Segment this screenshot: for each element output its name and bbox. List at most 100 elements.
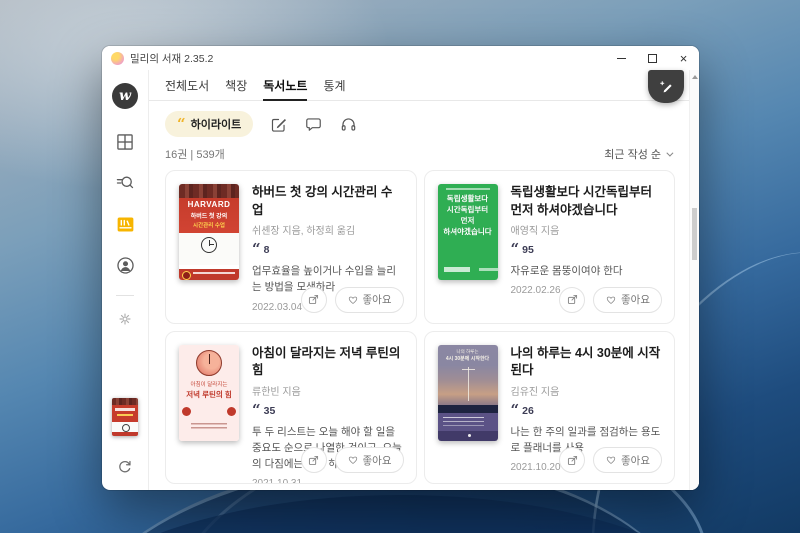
cover-text-bars: [191, 422, 227, 431]
app-window: 밀리의 서재 2.35.2 × w 전체도서 책장 독서노트 통계 “ 하이라이…: [102, 46, 699, 490]
app-icon: [111, 51, 124, 65]
tab-bar: 전체도서 책장 독서노트 통계: [149, 70, 699, 101]
book-title: 나의 하루는 4시 30분에 시작된다: [510, 345, 661, 378]
cover-bottom-band: [179, 269, 239, 280]
cover-line: 시간관리 수업: [193, 223, 225, 229]
refresh-icon[interactable]: [114, 456, 136, 478]
quote-icon: “: [510, 400, 520, 419]
quote-count-number: 26: [522, 404, 534, 417]
share-button[interactable]: [559, 447, 586, 473]
comment-bubble-icon[interactable]: [303, 114, 323, 134]
cover-brand: HARVARD: [187, 200, 231, 209]
cover-line: 4시 30분에 시작한다: [445, 355, 490, 362]
minimize-button[interactable]: [606, 46, 637, 70]
book-cover: HARVARD 하버드 첫 강의 시간관리 수업: [179, 184, 239, 280]
quote-count-number: 8: [263, 244, 270, 256]
share-button[interactable]: [559, 286, 586, 313]
share-button[interactable]: [300, 447, 327, 473]
quote-count-number: 95: [522, 244, 534, 256]
book-title: 아침이 달라지는 저녁 루틴의 힘: [252, 345, 401, 378]
like-button[interactable]: 좋아요: [593, 447, 662, 473]
close-button[interactable]: ×: [668, 46, 699, 70]
cover-line: 저녁 루틴의 힘: [186, 389, 232, 399]
clock-illustration: [201, 237, 217, 253]
book-cover: 나의 하루는 4시 30분에 시작한다: [437, 344, 498, 441]
highlight-quote: 자유로운 몸뚱이여야 한다: [510, 265, 623, 277]
close-icon: ×: [679, 50, 688, 66]
mini-cover-photo: [112, 398, 138, 405]
maximize-icon: [648, 53, 657, 63]
book-title: 독립생활보다 시간독립부터 먼저 하셔야겠습니다: [510, 185, 652, 217]
cover-title-area: 아침이 달라지는 저녁 루틴의 힘: [179, 344, 239, 441]
recent-book-thumbnail[interactable]: [112, 398, 138, 436]
library-grid-icon[interactable]: [114, 131, 136, 153]
tab-bookshelf[interactable]: 책장: [225, 70, 247, 100]
tab-statistics[interactable]: 통계: [323, 70, 345, 100]
quote-count-number: 35: [263, 404, 276, 417]
note-date: 2021.10.31: [252, 478, 303, 484]
book-author: 쉬셴장 지음, 하정희 옮김: [252, 226, 356, 237]
bookshelf-icon-active[interactable]: [114, 213, 136, 235]
quote-count: “ 26: [510, 400, 662, 419]
moon-clock-illustration: [196, 349, 222, 376]
tab-label: 전체도서: [165, 78, 210, 93]
scroll-up-arrow[interactable]: [691, 75, 698, 79]
note-card[interactable]: 나의 하루는 4시 30분에 시작한다 나의 하루는 4시 30분에 시작된다 …: [423, 330, 675, 484]
headphones-icon[interactable]: [338, 114, 358, 134]
quote-count: “ 35: [252, 400, 403, 419]
cover-title-area: HARVARD 하버드 첫 강의 시간관리 수업: [179, 198, 239, 233]
cover-silhouette: [437, 404, 498, 413]
scrollbar[interactable]: [689, 70, 699, 490]
quote-icon: “: [510, 240, 520, 258]
note-card-grid: HARVARD 하버드 첫 강의 시간관리 수업 하버드 첫 강의 시간관리 수…: [149, 168, 699, 490]
note-card[interactable]: 독립생활보다 시간독립부터 먼저 하셔야겠습니다 독립생활보다 시간독립부터 먼…: [423, 170, 675, 324]
like-label: 좋아요: [621, 454, 650, 467]
minimize-icon: [617, 57, 626, 59]
quote-icon: “: [177, 115, 186, 133]
note-type-toolbar: “ 하이라이트: [149, 101, 699, 141]
highlight-filter-pill[interactable]: “ 하이라이트: [165, 111, 254, 137]
tab-label: 책장: [225, 78, 248, 93]
millie-logo-icon[interactable]: w: [112, 83, 138, 109]
scrollbar-thumb[interactable]: [692, 208, 697, 260]
sort-label: 최근 작성 순: [604, 149, 661, 161]
profile-icon[interactable]: [114, 254, 136, 276]
cover-line: 하셔야겠습니다: [443, 226, 492, 236]
sidebar-divider: [116, 295, 134, 296]
quote-icon: “: [252, 400, 261, 419]
cover-line: 나의 하루는: [456, 348, 479, 354]
mini-cover-band: [112, 432, 138, 436]
tab-reading-notes[interactable]: 독서노트: [263, 70, 308, 101]
new-note-button[interactable]: [648, 70, 684, 103]
quote-icon: “: [252, 240, 261, 258]
search-icon[interactable]: [114, 172, 136, 194]
book-author: 류한빈 지음: [252, 386, 301, 398]
like-button[interactable]: 좋아요: [334, 447, 404, 473]
highlight-filter-label: 하이라이트: [190, 119, 242, 131]
cover-line: 먼저: [460, 215, 475, 225]
maximize-button[interactable]: [637, 46, 668, 70]
like-button[interactable]: 좋아요: [334, 286, 404, 313]
sidebar: w: [102, 70, 149, 490]
like-label: 좋아요: [621, 294, 650, 306]
count-row: 16권 | 539개 최근 작성 순: [149, 141, 699, 168]
like-button[interactable]: 좋아요: [593, 286, 662, 313]
note-card[interactable]: HARVARD 하버드 첫 강의 시간관리 수업 하버드 첫 강의 시간관리 수…: [165, 170, 417, 324]
cover-title-area: 나의 하루는 4시 30분에 시작한다: [437, 344, 498, 441]
book-author: 김유진 지음: [510, 386, 560, 398]
note-card[interactable]: 아침이 달라지는 저녁 루틴의 힘 아침이 달라지는 저녁 루틴의 힘 류한빈 …: [165, 330, 417, 484]
sort-dropdown[interactable]: 최근 작성 순: [604, 146, 674, 162]
quote-count: “ 8: [252, 240, 403, 258]
cover-clock-area: [179, 233, 239, 265]
cover-line: 아침이 달라지는: [190, 381, 228, 388]
cover-line: 시간독립부터: [446, 204, 489, 214]
cover-photo-strip: [179, 184, 239, 198]
like-label: 좋아요: [362, 294, 392, 306]
title-bar: 밀리의 서재 2.35.2 ×: [102, 46, 699, 70]
compose-note-icon[interactable]: [268, 114, 288, 134]
cover-text-band: [437, 412, 498, 431]
quote-count: “ 95: [510, 240, 662, 258]
share-button[interactable]: [300, 286, 327, 313]
settings-gear-icon[interactable]: [114, 308, 136, 330]
tab-all-books[interactable]: 전체도서: [165, 70, 209, 100]
